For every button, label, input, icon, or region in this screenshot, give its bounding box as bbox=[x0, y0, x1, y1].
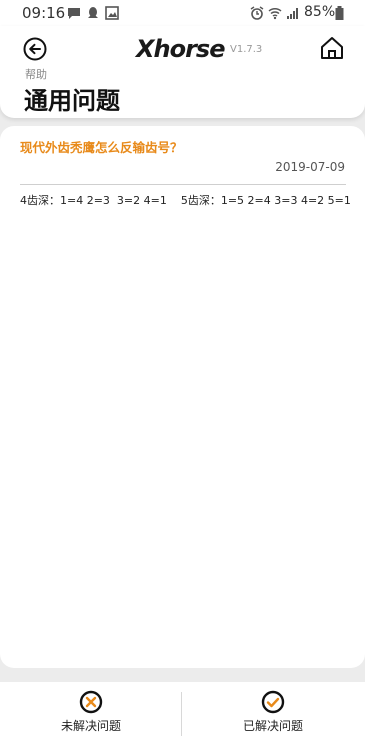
alarm-icon bbox=[250, 6, 264, 20]
action-separator bbox=[181, 692, 182, 736]
unresolved-label: 未解决问题 bbox=[60, 719, 121, 733]
battery-percent: 85% bbox=[304, 4, 336, 20]
signal-icon bbox=[287, 8, 298, 19]
wifi-icon bbox=[268, 7, 282, 20]
back-arrow-icon[interactable] bbox=[22, 36, 48, 62]
message-icon bbox=[68, 8, 80, 19]
xhorse-logo: Xhorse bbox=[136, 35, 225, 63]
qq-icon bbox=[88, 7, 98, 18]
breadcrumb: 帮助 bbox=[25, 68, 47, 81]
x-circle-icon bbox=[79, 690, 103, 714]
status-time: 09:16 bbox=[22, 4, 66, 22]
app-version: V1.7.3 bbox=[230, 44, 263, 55]
resolved-button[interactable]: 已解决问题 bbox=[198, 690, 348, 734]
app-header: Xhorse V1.7.3 帮助 通用问题 bbox=[0, 26, 365, 118]
status-bar: 09:16 85% bbox=[0, 0, 365, 26]
battery-icon bbox=[335, 6, 344, 20]
bottom-action-bar: 未解决问题 已解决问题 bbox=[0, 682, 365, 750]
resolved-label: 已解决问题 bbox=[242, 719, 303, 733]
home-icon[interactable] bbox=[318, 34, 346, 62]
check-circle-icon bbox=[261, 690, 285, 714]
answer-text: 4齿深：1=4 2=3 3=2 4=1 5齿深：1=5 2=4 3=3 4=2 … bbox=[20, 194, 351, 207]
page-title: 通用问题 bbox=[24, 87, 120, 115]
question-date: 2019-07-09 bbox=[275, 160, 345, 174]
question-card: 现代外齿秃鹰怎么反输齿号？ 2019-07-09 4齿深：1=4 2=3 3=2… bbox=[0, 126, 365, 668]
divider bbox=[20, 184, 346, 185]
gallery-icon bbox=[105, 6, 119, 20]
question-title: 现代外齿秃鹰怎么反输齿号？ bbox=[20, 140, 183, 155]
unresolved-button[interactable]: 未解决问题 bbox=[16, 690, 166, 734]
